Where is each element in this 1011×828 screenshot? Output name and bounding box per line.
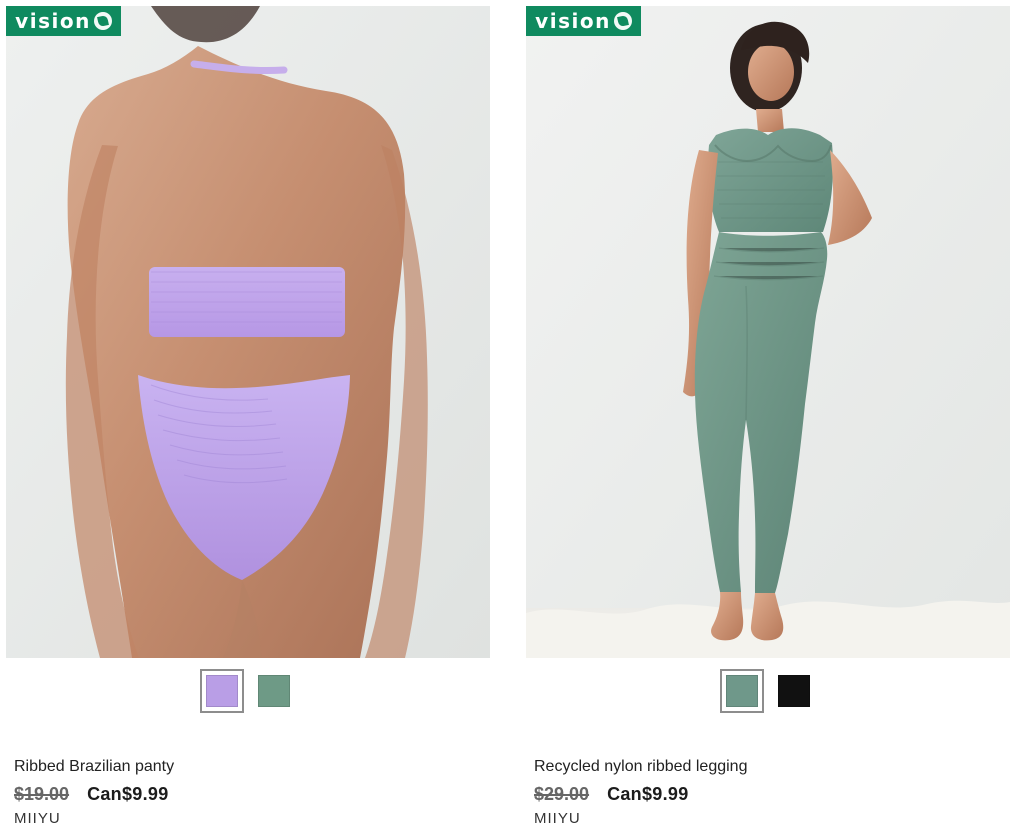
sale-price: Can$9.99: [87, 783, 169, 804]
lilac-color-chip: [206, 675, 238, 707]
swatch-lilac[interactable]: [200, 669, 244, 713]
color-swatches: [6, 668, 490, 714]
sage-green-color-chip: [726, 675, 758, 707]
sage-green-color-chip: [258, 675, 290, 707]
product-grid: vision Ribbed Brazilian panty $19.00 Can…: [0, 0, 1011, 828]
sale-price: Can$9.99: [607, 783, 689, 804]
black-color-chip: [778, 675, 810, 707]
original-price: $29.00: [534, 783, 590, 804]
swatch-black[interactable]: [772, 669, 816, 713]
vision-badge: vision: [6, 6, 121, 36]
product-image-recycled-nylon-ribbed-legging[interactable]: vision: [526, 6, 1010, 658]
leaf-icon: [93, 12, 112, 30]
price-row: $19.00 Can$9.99: [14, 782, 169, 806]
color-swatches: [526, 668, 1010, 714]
product-card-ribbed-brazilian-panty: vision Ribbed Brazilian panty $19.00 Can…: [6, 6, 490, 828]
product-image-ribbed-brazilian-panty[interactable]: vision: [6, 6, 490, 658]
product-photo-legging: [526, 6, 1010, 658]
vision-badge-text: vision: [535, 9, 611, 33]
brand-name[interactable]: MIIYU: [14, 810, 61, 828]
product-photo-panty: [6, 6, 490, 658]
brand-name[interactable]: MIIYU: [534, 810, 581, 828]
product-card-recycled-nylon-ribbed-legging: vision Recycled nylon ribbed legging $29…: [526, 6, 1010, 828]
vision-badge-text: vision: [15, 9, 91, 33]
swatch-sage-green[interactable]: [720, 669, 764, 713]
vision-badge: vision: [526, 6, 641, 36]
product-title[interactable]: Recycled nylon ribbed legging: [534, 757, 747, 777]
swatch-sage-green[interactable]: [252, 669, 296, 713]
original-price: $19.00: [14, 783, 70, 804]
product-title[interactable]: Ribbed Brazilian panty: [14, 757, 174, 777]
leaf-icon: [613, 12, 632, 30]
price-row: $29.00 Can$9.99: [534, 782, 689, 806]
